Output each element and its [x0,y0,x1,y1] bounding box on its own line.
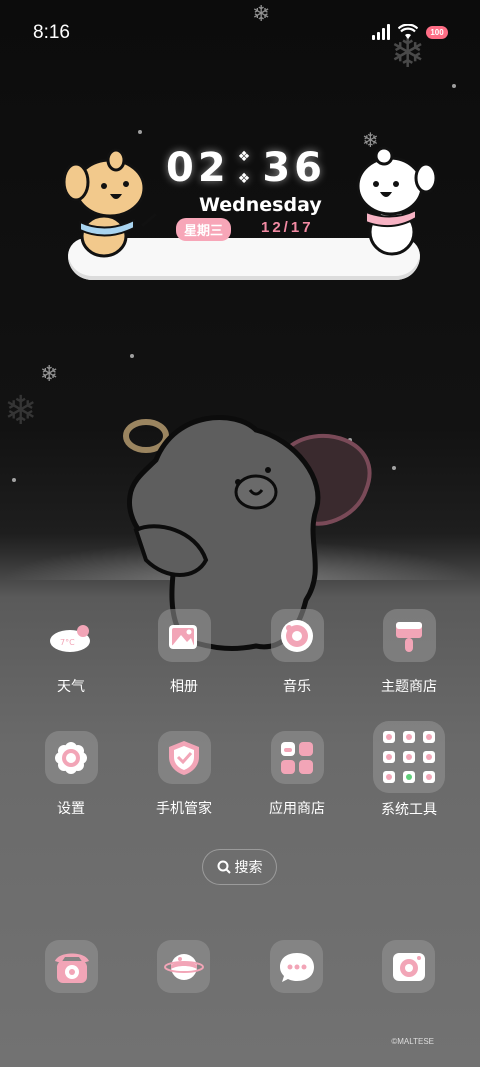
white-dog-illustration [356,146,438,256]
status-bar: 8:16 100 [0,0,480,66]
snowflake-icon: ❄ [4,388,38,434]
settings-icon [44,731,98,784]
battery-icon: 100 [426,25,448,39]
clock-minute: 36 [262,145,326,191]
clock-date: 12/17 [261,219,314,236]
app-app-store[interactable]: 应用商店 [242,731,352,818]
snow-dot [392,466,396,470]
system-tools-folder-icon [373,721,445,793]
phone-icon [54,953,89,983]
copyright-text: ©MALTESE [391,1037,434,1046]
paw-separator-icon: ❖ ❖ [237,149,255,187]
app-store-icon [270,731,324,784]
app-system-tools-folder[interactable]: 系统工具 [354,721,464,819]
theme-store-icon [382,609,436,662]
status-icons: 100 [372,24,448,40]
app-label: 系统工具 [381,801,437,817]
search-label: 搜索 [234,859,263,875]
app-security[interactable]: 手机管家 [129,731,239,818]
music-icon [270,609,324,662]
weekday-chinese: 星期三 [176,218,232,241]
app-music[interactable]: 音乐 [242,609,352,696]
weather-icon: 7°C [45,609,98,662]
camera-icon [392,952,425,981]
browser-icon [163,953,204,980]
app-label: 应用商店 [269,800,325,816]
signal-icon [372,24,390,40]
yellow-dog-illustration [62,148,157,258]
messages-icon [279,952,314,982]
clock-hour: 02 [166,145,230,191]
app-gallery[interactable]: 相册 [129,609,239,696]
clock-time: 02 ❖ ❖ 36 [166,145,326,191]
snow-dot [452,84,456,88]
snowflake-icon: ❄ [40,362,59,387]
app-label: 主题商店 [381,678,437,694]
status-time: 8:16 [33,22,70,43]
weather-temp: 7°C [60,638,75,647]
app-label: 设置 [57,800,85,816]
app-label: 相册 [170,678,198,694]
weekday-english: Wednesday [199,194,322,216]
search-icon [217,860,231,874]
dock-browser[interactable] [157,940,210,993]
snow-dot [130,354,134,358]
dock-messages[interactable] [270,940,323,993]
snow-dot [12,478,16,482]
app-weather[interactable]: 7°C 天气 [16,609,126,696]
dock-camera[interactable] [382,940,435,993]
dock-phone[interactable] [45,940,98,993]
search-button[interactable]: 搜索 [202,849,277,885]
app-theme-store[interactable]: 主题商店 [354,609,464,696]
clock-widget[interactable]: 02 ❖ ❖ 36 Wednesday 星期三 12/17 [56,120,438,290]
wifi-icon [398,24,418,39]
app-label: 天气 [57,678,85,694]
app-label: 手机管家 [156,800,212,816]
security-icon [157,731,211,784]
app-label: 音乐 [283,678,311,694]
app-settings[interactable]: 设置 [16,731,126,818]
gallery-icon [157,609,211,662]
